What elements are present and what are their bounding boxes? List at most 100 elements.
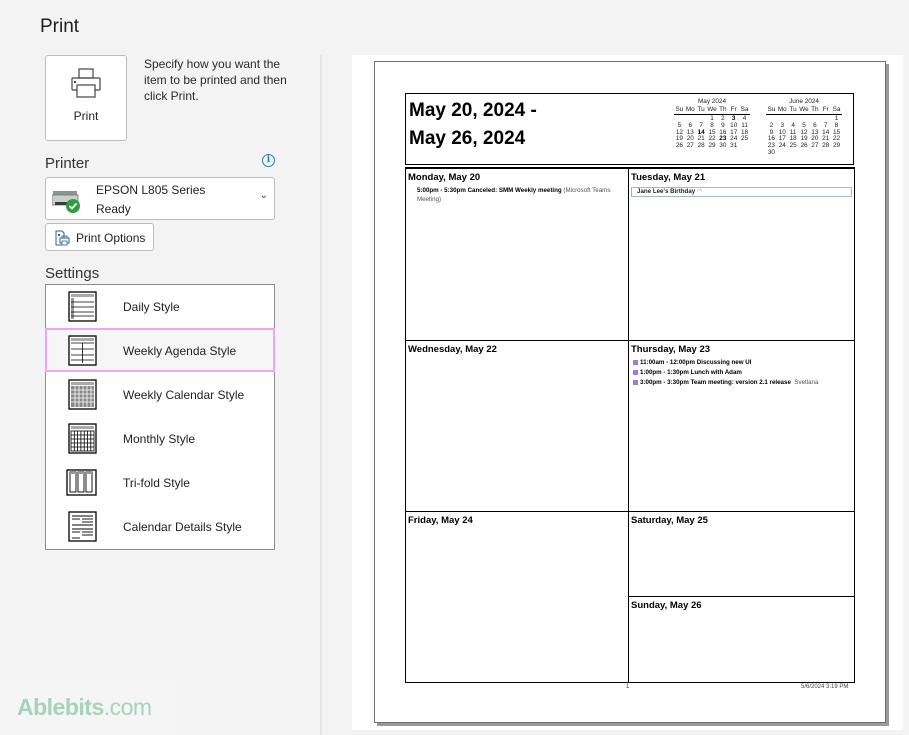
printer-name: EPSON L805 Series bbox=[96, 183, 206, 197]
mini-calendar-day[interactable]: 27 bbox=[809, 142, 820, 150]
monthly-style-icon bbox=[68, 423, 97, 454]
mini-calendar-day[interactable]: 26 bbox=[799, 142, 810, 150]
day-label: Saturday, May 25 bbox=[631, 515, 708, 526]
weekday-label: Tu bbox=[789, 106, 797, 113]
info-icon[interactable]: i bbox=[262, 154, 275, 167]
mini-calendar-day[interactable]: 26 bbox=[674, 142, 685, 150]
mini-calendar-day[interactable]: 28 bbox=[696, 142, 707, 150]
weekday-label: Sa bbox=[740, 106, 749, 113]
mini-calendar-day bbox=[820, 150, 831, 157]
watermark-text: Ablebits.com bbox=[17, 694, 152, 720]
print-options-icon bbox=[55, 230, 70, 246]
mini-calendar-day[interactable]: 27 bbox=[685, 142, 696, 150]
mini-calendar-weekdays: Su Mo Tu We Th Fr Sa bbox=[674, 106, 750, 115]
calendar-header: May 20, 2024 - May 26, 2024 May 2024 Su Mo… bbox=[405, 93, 854, 165]
day-label: Thursday, May 23 bbox=[631, 344, 711, 355]
day-cell-monday: Monday, May 20 5:00pm - 5:30pm Canceled:… bbox=[406, 169, 629, 341]
weekly-calendar-style-icon bbox=[68, 379, 97, 410]
mini-calendar-day[interactable]: 24 bbox=[777, 142, 788, 150]
weekday-label: Mo bbox=[777, 106, 787, 113]
print-description: Specify how you want the item to be prin… bbox=[144, 57, 287, 103]
day-label: Friday, May 24 bbox=[408, 515, 473, 526]
print-styles-list: Daily Style Weekly Agenda Style Weekly C… bbox=[45, 284, 275, 550]
mini-calendar-day[interactable]: 28 bbox=[820, 142, 831, 150]
date-range-end: May 26, 2024 bbox=[409, 128, 526, 149]
weekday-label: We bbox=[799, 106, 809, 113]
mini-calendar-day[interactable]: 25 bbox=[788, 142, 799, 150]
weekday-label: Sa bbox=[832, 106, 841, 113]
recurring-icon: ◠ bbox=[696, 188, 703, 195]
weekday-label: Fr bbox=[730, 106, 737, 113]
day-cell-saturday: Saturday, May 25 bbox=[629, 512, 854, 597]
panel-divider bbox=[320, 55, 322, 735]
mini-calendar-day[interactable]: 29 bbox=[707, 142, 718, 150]
style-item-label: Tri-fold Style bbox=[123, 476, 190, 490]
page-title: Print bbox=[40, 16, 80, 37]
weekday-label: Tu bbox=[697, 106, 705, 113]
mini-calendar-day bbox=[777, 150, 788, 157]
tri-fold-style-icon bbox=[66, 469, 97, 496]
mini-calendar-day bbox=[809, 150, 820, 157]
category-color-icon bbox=[633, 359, 638, 365]
mini-calendar-days: 1 2 3 4 5 6 7 8 9 10 11 12 13 14 15 16 17 18 19 20 21 22 23 24 2… bbox=[674, 115, 750, 150]
day-label: Sunday, May 26 bbox=[631, 600, 702, 611]
mini-calendar-day[interactable]: 25 bbox=[739, 136, 750, 143]
mini-calendar-title: June 2024 bbox=[789, 98, 819, 105]
style-item-weekly-calendar[interactable]: Weekly Calendar Style bbox=[46, 373, 274, 417]
weekday-label: Mo bbox=[685, 106, 695, 113]
mini-calendar-day bbox=[788, 150, 799, 157]
event-item-continued: Meeting) bbox=[417, 196, 442, 203]
mini-calendar-weekdays: Su Mo Tu We Th Fr Sa bbox=[766, 106, 842, 115]
mini-calendar-day[interactable]: 31 bbox=[728, 142, 739, 150]
mini-calendar-day bbox=[831, 150, 842, 157]
style-item-label: Daily Style bbox=[123, 300, 180, 314]
style-item-tri-fold[interactable]: Tri-fold Style bbox=[46, 461, 274, 505]
category-color-icon bbox=[633, 369, 638, 375]
style-item-weekly-agenda[interactable]: Weekly Agenda Style bbox=[45, 328, 275, 372]
weekday-label: We bbox=[707, 106, 717, 113]
event-item: 1:00pm - 1:30pm Lunch with Adam bbox=[633, 369, 742, 376]
style-item-monthly[interactable]: Monthly Style bbox=[46, 417, 274, 461]
event-item: 11:00am - 12:00pm Discussing new UI bbox=[633, 359, 751, 366]
daily-style-icon bbox=[68, 291, 97, 322]
print-timestamp: 5/6/2024 3:19 PM bbox=[801, 684, 849, 690]
day-label: Wednesday, May 22 bbox=[408, 344, 497, 355]
mini-calendar-day bbox=[799, 150, 810, 157]
printer-status: Ready bbox=[96, 202, 131, 216]
print-options-label: Print Options bbox=[76, 231, 146, 245]
weekday-label: Th bbox=[719, 106, 727, 113]
printer-dropdown[interactable]: EPSON L805 Series Ready ⌄ bbox=[45, 177, 275, 220]
day-cell-tuesday: Tuesday, May 21 Jane Lee's Birthday ◠ bbox=[629, 169, 854, 341]
print-options-button[interactable]: Print Options bbox=[45, 223, 154, 251]
style-item-calendar-details[interactable]: Calendar Details Style bbox=[46, 505, 274, 549]
printer-device-icon bbox=[52, 191, 80, 213]
mini-calendar-may: May 2024 Su Mo Tu We Th Fr Sa 1 2 3 4 5 6 7 8 9 10 11 12 13 1… bbox=[674, 98, 750, 150]
event-item: 3:00pm - 3:30pm Team meeting: version 2.… bbox=[633, 379, 818, 386]
day-label: Tuesday, May 21 bbox=[631, 172, 706, 183]
weekday-label: Th bbox=[811, 106, 819, 113]
day-label: Monday, May 20 bbox=[408, 172, 481, 183]
mini-calendar-day[interactable]: 30 bbox=[766, 149, 777, 157]
day-cell-wednesday: Wednesday, May 22 bbox=[406, 341, 629, 512]
mini-calendar-june: June 2024 Su Mo Tu We Th Fr Sa 1 2 3 4 5 6 7 8 9 10 11 12 13… bbox=[766, 98, 842, 157]
mini-calendar-day[interactable]: 29 bbox=[831, 142, 842, 150]
calendar-details-style-icon bbox=[68, 511, 97, 542]
date-range-start: May 20, 2024 - bbox=[409, 100, 537, 121]
print-settings-panel: Print Print Specify how you want the ite… bbox=[0, 0, 320, 735]
print-button[interactable]: Print bbox=[45, 55, 127, 141]
style-item-label: Monthly Style bbox=[123, 432, 196, 446]
mini-calendar-day[interactable]: 30 bbox=[717, 142, 728, 150]
style-item-daily[interactable]: Daily Style bbox=[46, 285, 274, 329]
day-cell-thursday: Thursday, May 23 11:00am - 12:00pm Discu… bbox=[629, 341, 854, 512]
mini-calendar-days: 1 2 3 4 5 6 7 8 9 10 11 12 13 14 15 16 17 18 19 20 21 22 23 24 2… bbox=[766, 115, 842, 157]
mini-calendar-day bbox=[739, 143, 750, 150]
weekday-label: Su bbox=[767, 106, 776, 113]
weekly-agenda-grid: Monday, May 20 5:00pm - 5:30pm Canceled:… bbox=[405, 167, 855, 683]
weekly-agenda-style-icon bbox=[68, 335, 97, 366]
day-cell-friday: Friday, May 24 bbox=[406, 512, 629, 683]
page-number: 1 bbox=[626, 684, 630, 690]
chevron-down-icon: ⌄ bbox=[259, 190, 268, 201]
day-cell-sunday: Sunday, May 26 bbox=[629, 597, 854, 683]
printer-icon bbox=[71, 68, 101, 98]
style-item-label: Weekly Agenda Style bbox=[123, 344, 237, 358]
